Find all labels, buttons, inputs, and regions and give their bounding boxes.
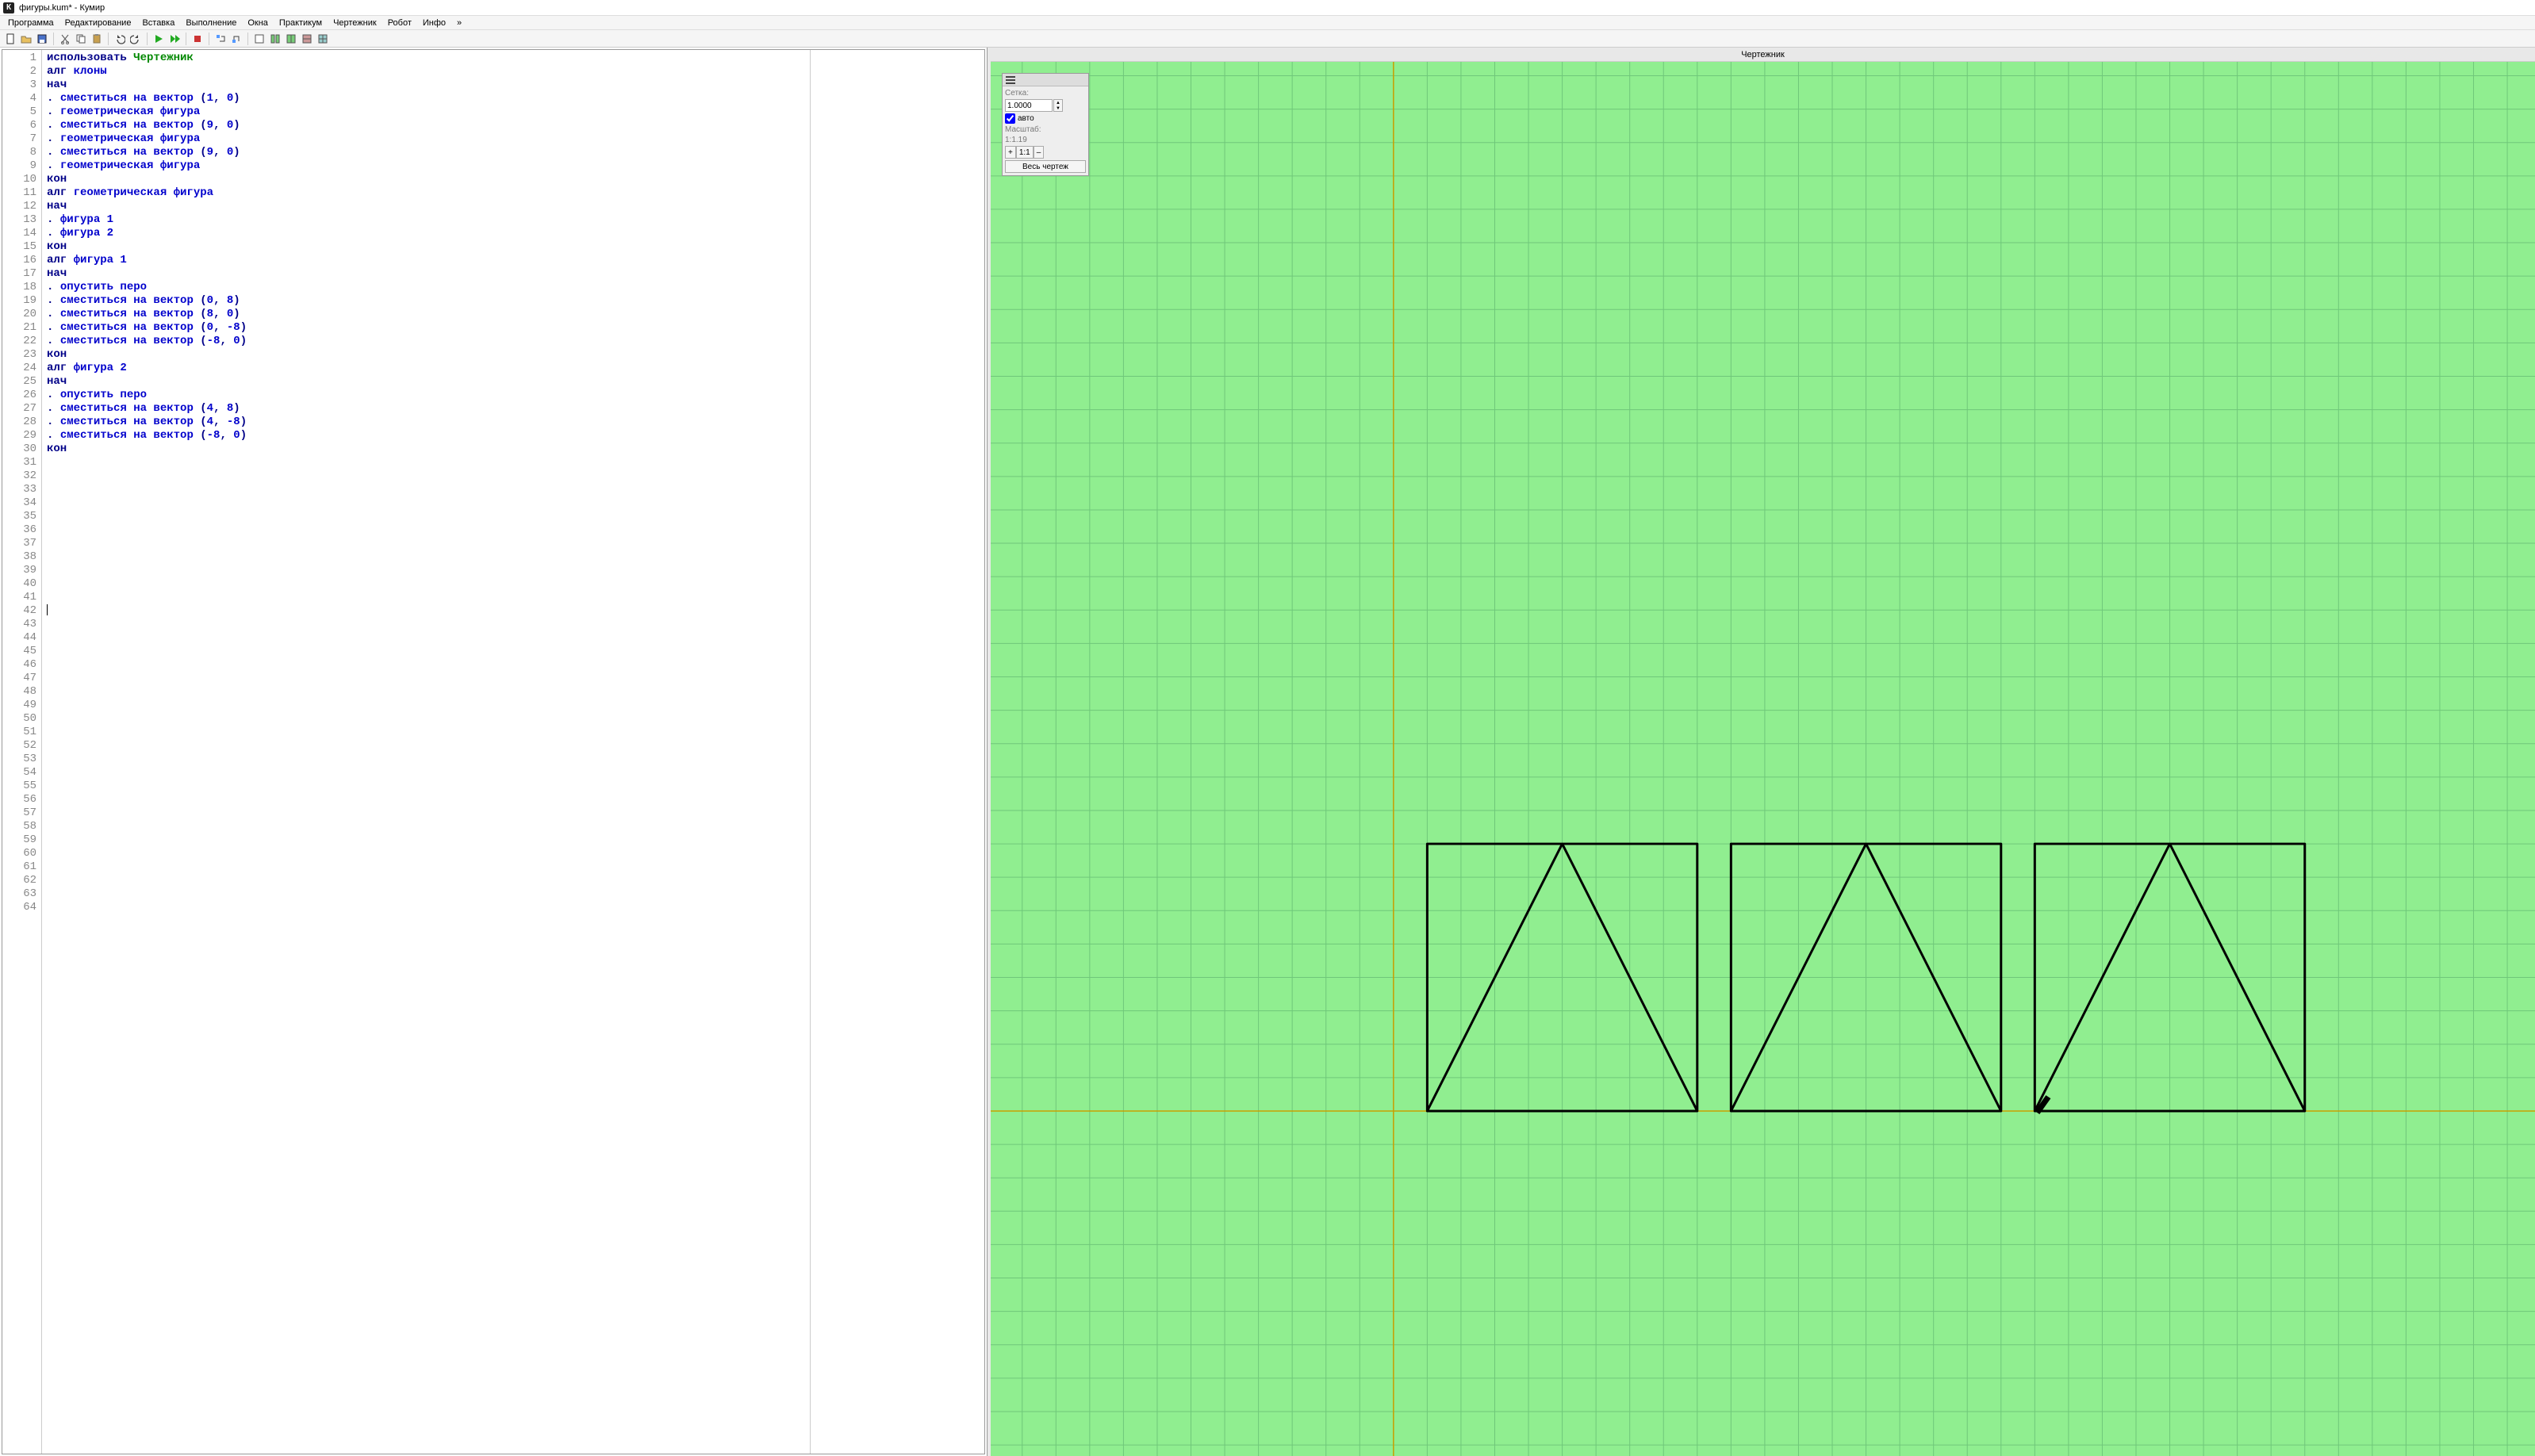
auto-checkbox-row[interactable]: авто [1005,113,1086,124]
content-area: 1234567891011121314151617181920212223242… [0,48,2535,1456]
menu-info[interactable]: Инфо [418,17,451,29]
window-title: фигуры.kum* - Кумир [19,3,105,13]
menu-more[interactable]: » [452,17,466,29]
menu-run[interactable]: Выполнение [181,17,241,29]
copy-button[interactable] [74,32,88,46]
auto-checkbox[interactable] [1005,113,1015,124]
app-icon: К [3,2,14,13]
layout-split-button[interactable] [268,32,282,46]
scale-value: 1:1.19 [1005,136,1086,144]
full-drawing-button[interactable]: Весь чертеж [1005,160,1086,173]
menu-drawer[interactable]: Чертежник [328,17,382,29]
drawer-pane: Чертежник Сетка: ▲▼ [991,48,2535,1456]
zoom-out-button[interactable]: – [1034,146,1045,159]
toolbar [0,30,2535,48]
toolbar-sep [108,33,109,45]
paste-button[interactable] [90,32,104,46]
toolbar-sep [53,33,54,45]
drawer-canvas[interactable] [991,62,2535,1456]
titlebar: К фигуры.kum* - Кумир [0,0,2535,16]
layout-grid-a-button[interactable] [284,32,298,46]
drawer-control-panel: Сетка: ▲▼ авто Масштаб: 1:1.19 + [1002,73,1089,176]
stop-button[interactable] [190,32,205,46]
layout-single-button[interactable] [252,32,267,46]
menu-windows[interactable]: Окна [243,17,273,29]
editor-pane: 1234567891011121314151617181920212223242… [0,48,988,1456]
step-into-button[interactable] [213,32,228,46]
open-button[interactable] [19,32,33,46]
line-number-gutter: 1234567891011121314151617181920212223242… [2,50,42,1454]
toolbar-sep [247,33,248,45]
one-to-one-button[interactable]: 1:1 [1016,146,1034,159]
auto-label: авто [1018,114,1034,123]
code-editor[interactable]: 1234567891011121314151617181920212223242… [2,49,985,1454]
menu-program[interactable]: Программа [3,17,59,29]
run-step-button[interactable] [167,32,182,46]
layout-grid-b-button[interactable] [300,32,314,46]
new-file-button[interactable] [3,32,17,46]
main-window: К фигуры.kum* - Кумир Программа Редактир… [0,0,2535,1456]
menubar: Программа Редактирование Вставка Выполне… [0,16,2535,30]
grid-value-input[interactable] [1005,99,1053,112]
undo-button[interactable] [113,32,127,46]
redo-button[interactable] [128,32,143,46]
drawer-canvas-area[interactable]: Сетка: ▲▼ авто Масштаб: 1:1.19 + [991,62,2535,1456]
code-area[interactable]: использовать Чертежникалг клонынач. смес… [42,50,810,1454]
scale-label: Масштаб: [1005,125,1086,134]
menu-insert[interactable]: Вставка [137,17,179,29]
cut-button[interactable] [58,32,72,46]
save-button[interactable] [35,32,49,46]
zoom-in-button[interactable]: + [1005,146,1016,159]
step-over-button[interactable] [229,32,244,46]
toolbar-sep [147,33,148,45]
menu-robot[interactable]: Робот [383,17,416,29]
run-button[interactable] [151,32,166,46]
grid-spinner[interactable]: ▲▼ [1005,99,1086,112]
drawer-title: Чертежник [991,48,2535,62]
hamburger-icon [1006,76,1015,84]
panel-header[interactable] [1003,74,1088,86]
menu-edit[interactable]: Редактирование [60,17,136,29]
grid-label: Сетка: [1005,89,1086,98]
menu-practicum[interactable]: Практикум [274,17,327,29]
layout-grid-c-button[interactable] [316,32,330,46]
grid-spinner-buttons[interactable]: ▲▼ [1053,99,1063,112]
editor-side-panel [810,50,984,1454]
